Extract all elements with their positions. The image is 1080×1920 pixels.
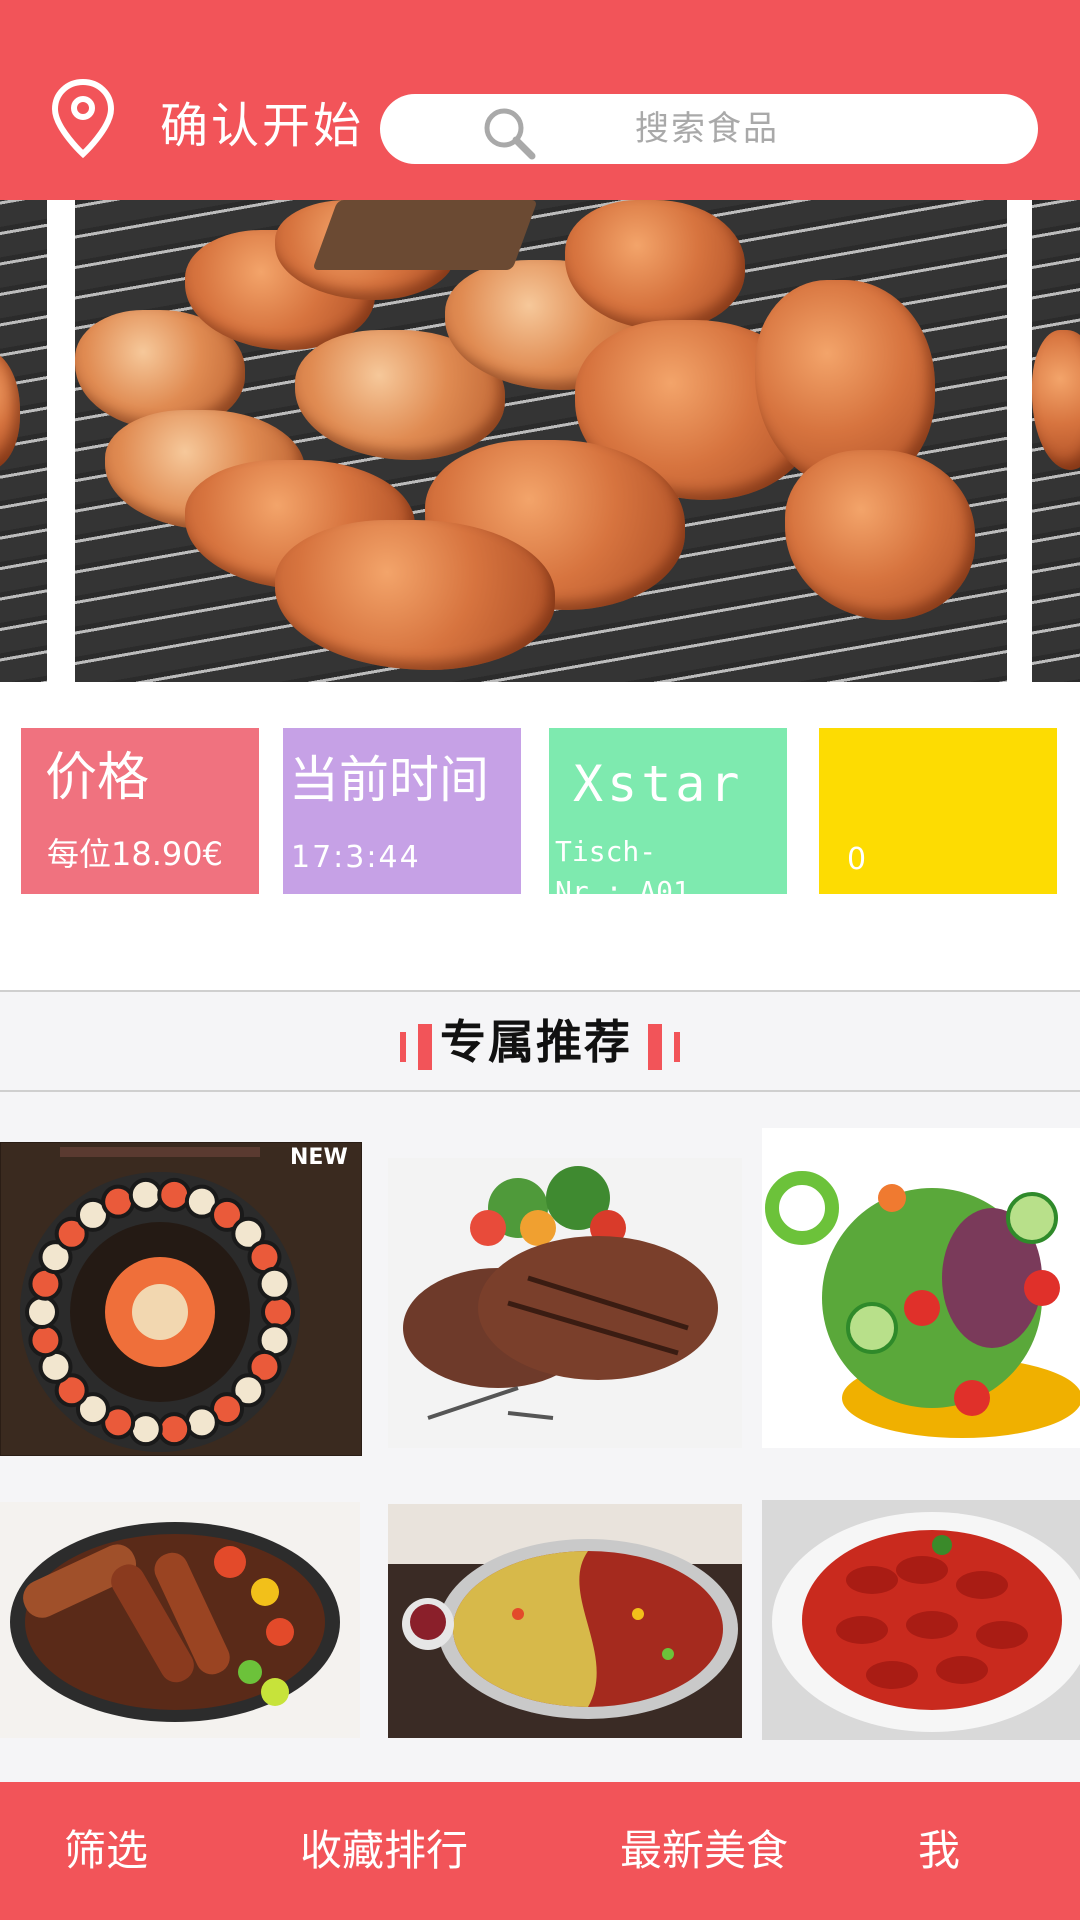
crayfish-image: [762, 1500, 1080, 1740]
banner-slide-prev[interactable]: [0, 200, 47, 682]
salad-image: [762, 1128, 1080, 1448]
count-card[interactable]: 0: [819, 728, 1057, 894]
nav-latest-food[interactable]: 最新美食: [620, 1782, 788, 1920]
section-header: 专属推荐: [0, 990, 1080, 1092]
banner-carousel[interactable]: [0, 200, 1080, 686]
banner-slide-next[interactable]: [1032, 200, 1080, 682]
price-card-title: 价格: [45, 748, 150, 808]
banner-slide-grilled-meat[interactable]: [75, 200, 1007, 682]
svg-text:NEW: NEW: [290, 1145, 348, 1170]
section-deco-right: [648, 1024, 662, 1070]
nav-me[interactable]: 我: [918, 1782, 960, 1920]
search-icon: [484, 108, 536, 160]
time-card[interactable]: 当前时间 17:3:44: [283, 728, 521, 894]
time-card-value: 17:3:44: [291, 840, 421, 875]
section-deco-left: [418, 1024, 432, 1070]
food-item-crayfish[interactable]: [762, 1500, 1080, 1740]
info-cards: 价格 每位18.90€ 当前时间 17:3:44 Xstar Tisch-Nr.…: [0, 686, 1080, 990]
table-card-title: Xstar: [573, 755, 744, 813]
nav-filter[interactable]: 筛选: [64, 1782, 148, 1920]
nav-favorites-ranking[interactable]: 收藏排行: [300, 1782, 468, 1920]
header-title[interactable]: 确认开始: [160, 96, 364, 156]
location-pin-icon[interactable]: [48, 78, 118, 160]
sushi-platter-image: NEW: [0, 1142, 362, 1456]
price-card[interactable]: 价格 每位18.90€: [21, 728, 259, 894]
table-card[interactable]: Xstar Tisch-Nr.:.A01: [549, 728, 787, 908]
food-item-steak[interactable]: [388, 1158, 742, 1448]
top-header: 确认开始 搜索食品: [0, 0, 1080, 200]
section-deco-left: [400, 1032, 406, 1062]
steak-image: [388, 1158, 742, 1448]
price-card-value: 每位18.90€: [47, 835, 223, 873]
food-item-hotpot[interactable]: [388, 1504, 742, 1738]
food-item-sushi[interactable]: NEW: [0, 1142, 362, 1456]
food-item-barbecue[interactable]: [0, 1502, 360, 1738]
search-placeholder: 搜索食品: [635, 109, 779, 149]
barbecue-image: [0, 1502, 360, 1738]
section-title: 专属推荐: [440, 1015, 632, 1069]
table-card-number: Tisch-Nr.:.A01: [555, 835, 690, 908]
food-item-salad[interactable]: [762, 1128, 1080, 1448]
bottom-navigation: 筛选 收藏排行 最新美食 我: [0, 1782, 1080, 1920]
time-card-title: 当前时间: [289, 751, 489, 809]
section-deco-right: [674, 1032, 680, 1062]
hotpot-image: [388, 1504, 742, 1738]
count-card-value: 0: [847, 842, 867, 877]
search-input[interactable]: 搜索食品: [380, 94, 1038, 164]
